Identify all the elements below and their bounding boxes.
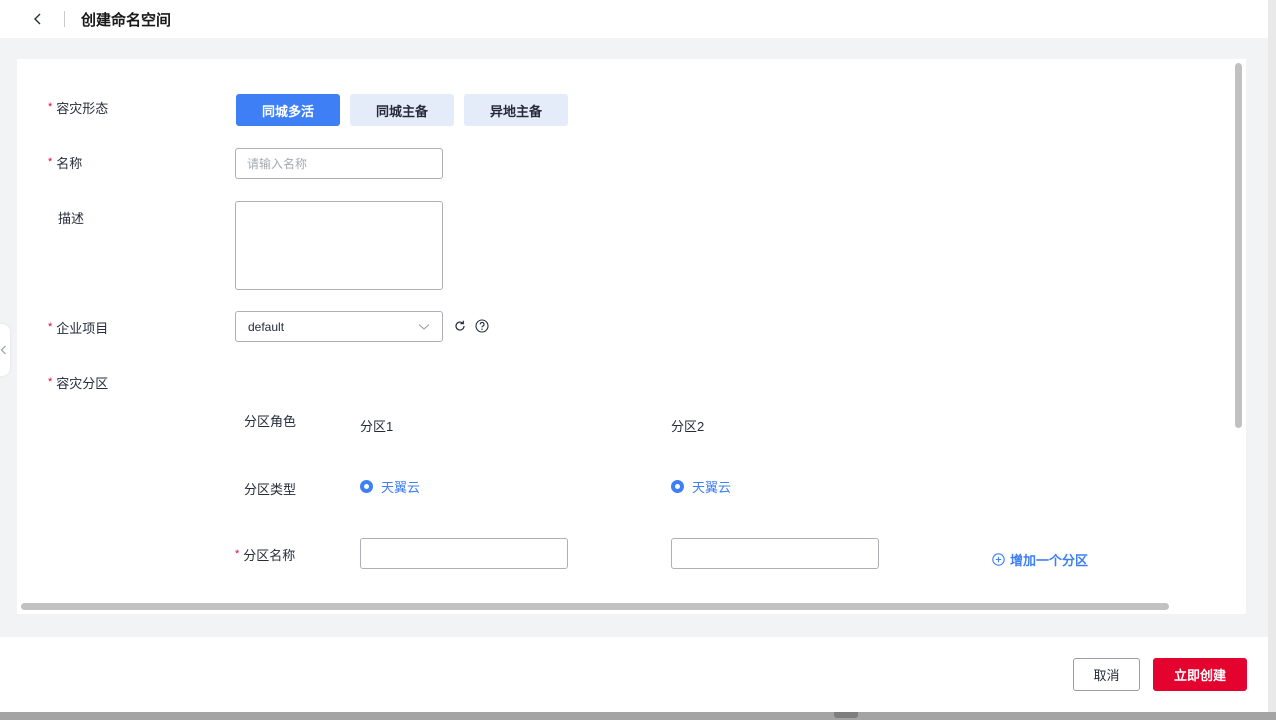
form-footer: 取消 立即创建 <box>0 637 1268 712</box>
project-label: * 企业项目 <box>48 320 109 336</box>
dr-mode-option-active-active[interactable]: 同城多活 <box>236 94 340 126</box>
chevron-left-icon <box>34 13 41 25</box>
create-button[interactable]: 立即创建 <box>1153 658 1247 691</box>
header-divider <box>64 11 65 27</box>
form-card: * 容灾形态 同城多活 同城主备 异地主备 * 名称 描述 * 企业项目 def… <box>17 59 1246 614</box>
required-mark: * <box>235 548 240 560</box>
back-button[interactable] <box>26 7 50 31</box>
project-select-value: default <box>248 319 285 334</box>
required-mark: * <box>48 156 53 168</box>
dr-mode-option-active-standby[interactable]: 同城主备 <box>350 94 454 126</box>
description-label: 描述 <box>58 210 85 226</box>
page-title: 创建命名空间 <box>81 11 172 29</box>
partition-2-name-input[interactable] <box>671 538 879 569</box>
dr-mode-label: * 容灾形态 <box>48 100 109 116</box>
add-partition-button[interactable]: 增加一个分区 <box>992 550 1088 569</box>
partition-1-name-input[interactable] <box>360 538 568 569</box>
partitions-label: * 容灾分区 <box>48 375 109 391</box>
chevron-left-icon <box>0 345 6 355</box>
partition-1-role: 分区1 <box>360 419 394 434</box>
partition-type-label: 分区类型 <box>244 482 297 497</box>
horizontal-scrollbar[interactable] <box>21 603 1169 610</box>
required-mark: * <box>48 101 53 113</box>
partition-name-label: * 分区名称 <box>235 547 296 563</box>
description-textarea[interactable] <box>235 201 443 290</box>
required-mark: * <box>48 321 53 333</box>
page-header: 创建命名空间 <box>0 0 1268 38</box>
resize-handle <box>834 712 858 718</box>
window-bottom-edge <box>0 712 1276 720</box>
help-circle-icon <box>475 319 489 333</box>
refresh-button[interactable] <box>453 319 467 333</box>
window-edge <box>1268 0 1276 712</box>
partition-2-role: 分区2 <box>671 419 705 434</box>
partition-1-type-radio[interactable]: 天翼云 <box>360 477 420 496</box>
cancel-button[interactable]: 取消 <box>1073 658 1140 691</box>
partition-2-type-radio[interactable]: 天翼云 <box>671 477 731 496</box>
refresh-icon <box>455 320 465 331</box>
dr-mode-option-remote-standby[interactable]: 异地主备 <box>464 94 568 126</box>
sidebar-collapse-toggle[interactable] <box>0 324 10 376</box>
radio-selected-icon <box>360 480 373 493</box>
required-mark: * <box>48 376 53 388</box>
project-select[interactable]: default <box>235 311 443 342</box>
vertical-scrollbar[interactable] <box>1235 63 1242 428</box>
name-label: * 名称 <box>48 155 83 171</box>
help-button[interactable] <box>475 319 489 333</box>
plus-circle-icon <box>992 553 1005 566</box>
name-input[interactable] <box>235 148 443 179</box>
partition-role-label: 分区角色 <box>244 414 297 429</box>
radio-selected-icon <box>671 480 684 493</box>
chevron-down-icon <box>418 323 430 330</box>
